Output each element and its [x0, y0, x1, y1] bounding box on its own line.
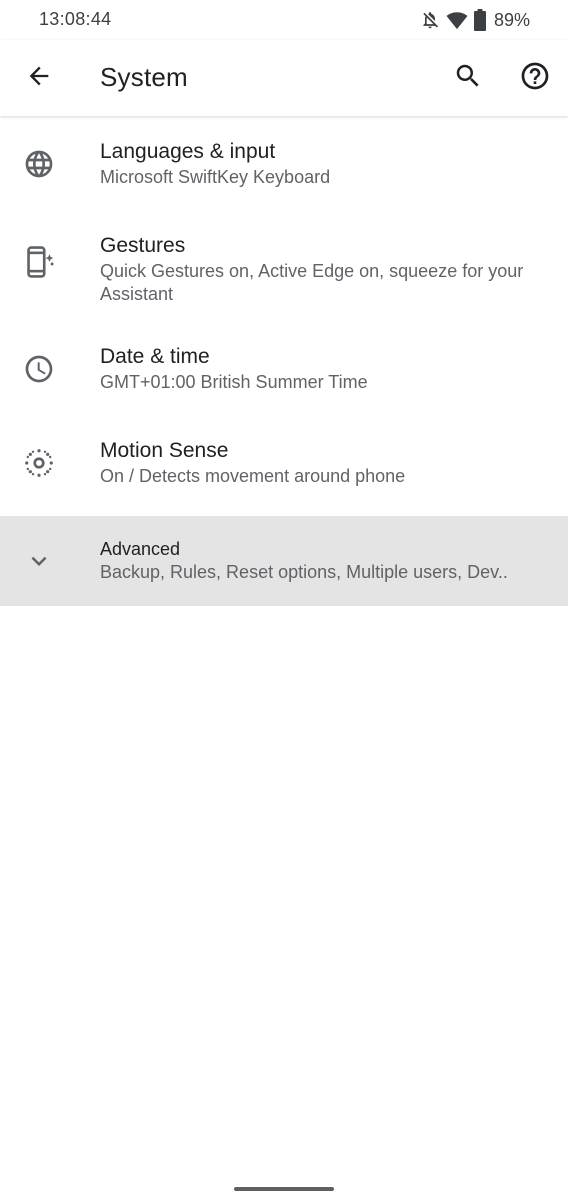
setting-motion-sense-text: Motion Sense On / Detects movement aroun…: [100, 438, 544, 488]
setting-title: Motion Sense: [100, 439, 229, 462]
back-button[interactable]: [15, 54, 63, 102]
setting-date-time-text: Date & time GMT+01:00 British Summer Tim…: [100, 344, 544, 394]
setting-gestures-text: Gestures Quick Gestures on, Active Edge …: [100, 233, 544, 306]
battery-percent: 89%: [493, 9, 530, 30]
setting-advanced-text: Advanced Backup, Rules, Reset options, M…: [100, 538, 548, 584]
setting-summary: Backup, Rules, Reset options, Multiple u…: [100, 562, 508, 582]
battery-icon: [473, 9, 486, 31]
status-time: 13:08:44: [39, 9, 112, 29]
setting-advanced[interactable]: Advanced Backup, Rules, Reset options, M…: [0, 516, 568, 606]
setting-title: Languages & input: [100, 140, 276, 163]
setting-summary: Quick Gestures on, Active Edge on, squee…: [100, 261, 524, 304]
arrow-back-icon: [25, 62, 53, 95]
chevron-down-icon: [20, 542, 58, 580]
globe-icon: [20, 145, 58, 183]
clock-icon: [20, 350, 58, 388]
setting-languages-input[interactable]: Languages & input Microsoft SwiftKey Key…: [0, 117, 568, 211]
setting-title: Gestures: [100, 234, 186, 257]
notifications-off-icon: [420, 10, 440, 30]
motion-sense-icon: [20, 444, 58, 482]
setting-summary: On / Detects movement around phone: [100, 466, 406, 486]
page-title: System: [100, 62, 188, 92]
app-bar: System: [0, 40, 568, 116]
status-icons: 89%: [420, 8, 530, 32]
search-button[interactable]: [444, 54, 492, 102]
setting-languages-input-text: Languages & input Microsoft SwiftKey Key…: [100, 139, 544, 189]
help-button[interactable]: [511, 54, 559, 102]
gesture-nav-handle[interactable]: [234, 1187, 334, 1191]
setting-summary: GMT+01:00 British Summer Time: [100, 372, 368, 392]
help-icon: [519, 60, 551, 97]
setting-gestures[interactable]: Gestures Quick Gestures on, Active Edge …: [0, 211, 568, 328]
setting-summary: Microsoft SwiftKey Keyboard: [100, 167, 331, 187]
wifi-icon: [446, 10, 468, 30]
gestures-phone-icon: [20, 243, 58, 281]
system-settings-screen: 13:08:44 89% System Languages & input Mi…: [0, 0, 568, 1200]
search-icon: [453, 61, 483, 96]
settings-list: Languages & input Microsoft SwiftKey Key…: [0, 117, 568, 606]
setting-motion-sense[interactable]: Motion Sense On / Detects movement aroun…: [0, 422, 568, 516]
setting-title: Date & time: [100, 345, 210, 368]
setting-title: Advanced: [100, 539, 181, 559]
setting-date-time[interactable]: Date & time GMT+01:00 British Summer Tim…: [0, 328, 568, 422]
status-bar: 13:08:44 89%: [0, 0, 568, 40]
